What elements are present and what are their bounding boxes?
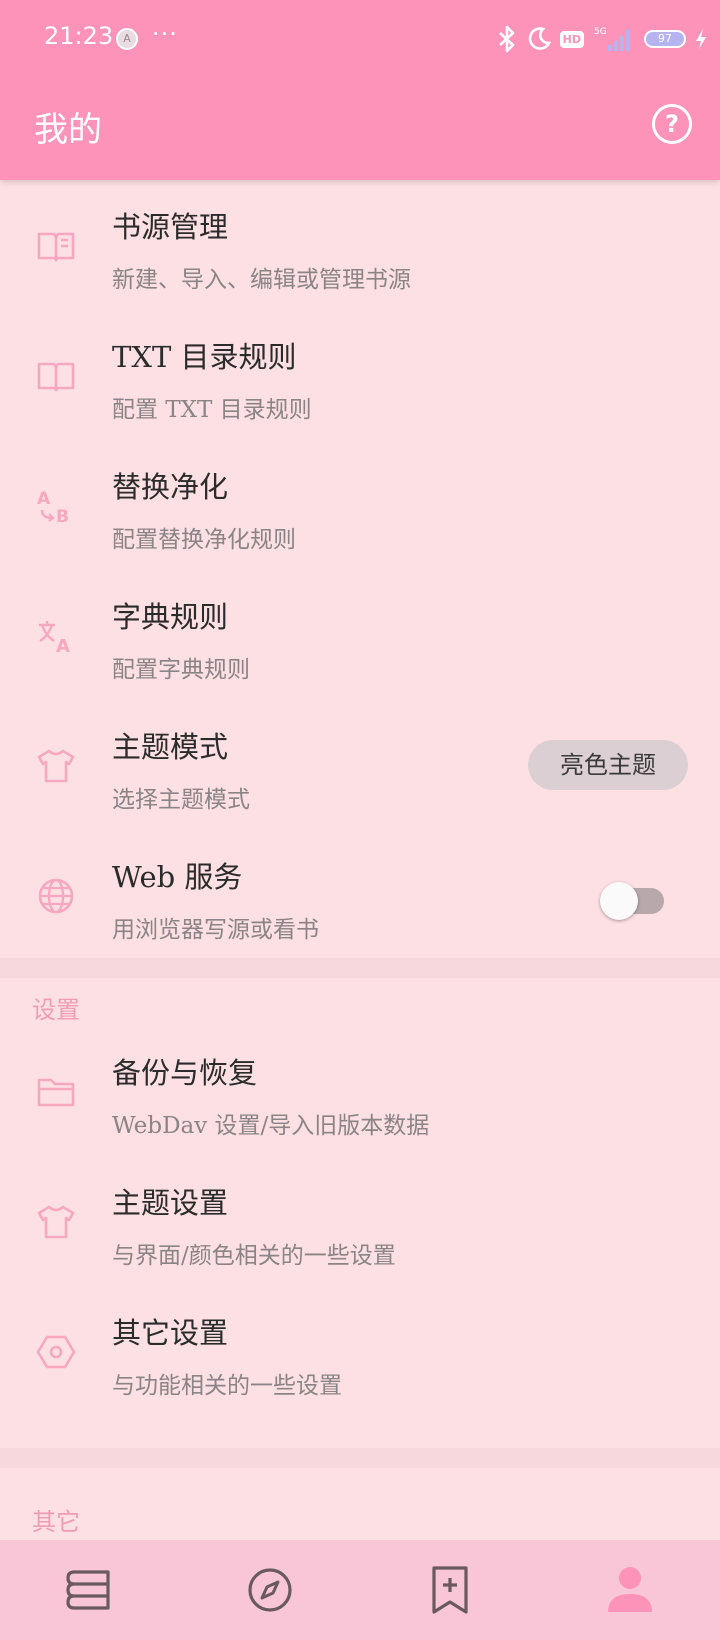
signal-icon: 5G <box>594 27 630 51</box>
menu-item-theme-mode[interactable]: 主题模式 选择主题模式 亮色主题 <box>0 700 720 830</box>
bookmark-add-icon[interactable] <box>424 1564 476 1616</box>
toggle-knob <box>600 882 638 920</box>
menu-item-book-source[interactable]: 书源管理 新建、导入、编辑或管理书源 <box>0 180 720 310</box>
moon-icon <box>528 27 551 50</box>
menu-item-title: 其它设置 <box>112 1316 229 1350</box>
menu-item-replace-rules[interactable]: AB 替换净化 配置替换净化规则 <box>0 440 720 570</box>
network-type: 5G <box>594 27 607 37</box>
settings-section: 设置 备份与恢复 WebDav 设置/导入旧版本数据 主题设置 与界面/颜色相关… <box>0 978 720 1448</box>
svg-text:A: A <box>56 636 70 656</box>
shirt-icon <box>37 749 75 783</box>
menu-item-title: 书源管理 <box>112 210 229 244</box>
help-icon[interactable]: ? <box>652 104 692 144</box>
section-label-other: 其它 <box>32 1508 80 1536</box>
menu-item-dictionary-rules[interactable]: A 字典规则 配置字典规则 <box>0 570 720 700</box>
menu-item-subtitle: 配置字典规则 <box>112 657 250 683</box>
globe-icon <box>38 878 74 914</box>
other-section: 其它 <box>0 1468 720 1548</box>
menu-item-title: 替换净化 <box>112 470 229 504</box>
menu-item-title: Web 服务 <box>112 860 243 894</box>
menu-item-subtitle: 与功能相关的一些设置 <box>112 1373 342 1399</box>
battery-indicator: 97 <box>644 30 686 48</box>
section-divider <box>0 1448 720 1468</box>
menu-item-title: 主题设置 <box>112 1186 229 1220</box>
status-bar: 21:23 A ··· HD 5G 97 <box>0 0 720 80</box>
status-time: 21:23 <box>44 22 114 50</box>
page-title: 我的 <box>34 110 102 150</box>
status-right-icons: HD 5G 97 <box>496 22 708 56</box>
compass-icon[interactable] <box>244 1564 296 1616</box>
menu-item-subtitle: 与界面/颜色相关的一些设置 <box>112 1243 396 1269</box>
charging-icon <box>696 29 706 49</box>
menu-item-subtitle: 新建、导入、编辑或管理书源 <box>112 267 411 293</box>
section-divider <box>0 958 720 978</box>
book-icon <box>37 362 75 392</box>
menu-item-title: TXT 目录规则 <box>112 340 297 374</box>
section-label-settings: 设置 <box>32 996 80 1024</box>
menu-item-subtitle: 配置 TXT 目录规则 <box>112 397 312 423</box>
menu-item-subtitle: WebDav 设置/导入旧版本数据 <box>112 1113 430 1139</box>
hexagon-settings-icon <box>36 1335 76 1369</box>
menu-item-subtitle: 配置替换净化规则 <box>112 527 296 553</box>
menu-item-other-settings[interactable]: 其它设置 与功能相关的一些设置 <box>0 1286 720 1416</box>
menu-item-web-service[interactable]: Web 服务 用浏览器写源或看书 <box>0 830 720 960</box>
menu-item-subtitle: 用浏览器写源或看书 <box>112 917 319 943</box>
menu-item-title: 字典规则 <box>112 600 229 634</box>
bluetooth-icon <box>498 25 514 53</box>
menu-item-title: 主题模式 <box>112 730 229 764</box>
main-section: 书源管理 新建、导入、编辑或管理书源 TXT 目录规则 配置 TXT 目录规则 … <box>0 180 720 958</box>
bookshelf-icon[interactable] <box>64 1564 116 1616</box>
menu-item-title: 备份与恢复 <box>112 1056 258 1090</box>
app-bar: 21:23 A ··· HD 5G 97 我的 ? <box>0 0 720 180</box>
replace-ab-icon: AB <box>37 489 69 526</box>
translate-icon: A <box>39 621 70 656</box>
status-more-dots: ··· <box>152 20 178 48</box>
menu-item-backup-restore[interactable]: 备份与恢复 WebDav 设置/导入旧版本数据 <box>0 1026 720 1156</box>
bottom-navigation <box>0 1540 720 1640</box>
hd-icon: HD <box>559 30 584 48</box>
svg-text:A: A <box>37 489 51 509</box>
status-avatar: A <box>116 28 138 50</box>
person-icon[interactable] <box>604 1564 656 1616</box>
shirt-icon <box>37 1205 75 1239</box>
theme-mode-chip[interactable]: 亮色主题 <box>528 740 688 790</box>
menu-item-theme-settings[interactable]: 主题设置 与界面/颜色相关的一些设置 <box>0 1156 720 1286</box>
svg-text:B: B <box>56 507 69 526</box>
book-icon <box>37 232 75 262</box>
menu-item-txt-toc-rules[interactable]: TXT 目录规则 配置 TXT 目录规则 <box>0 310 720 440</box>
web-service-toggle[interactable] <box>600 878 668 920</box>
folder-icon <box>37 1078 75 1107</box>
menu-item-subtitle: 选择主题模式 <box>112 787 250 813</box>
